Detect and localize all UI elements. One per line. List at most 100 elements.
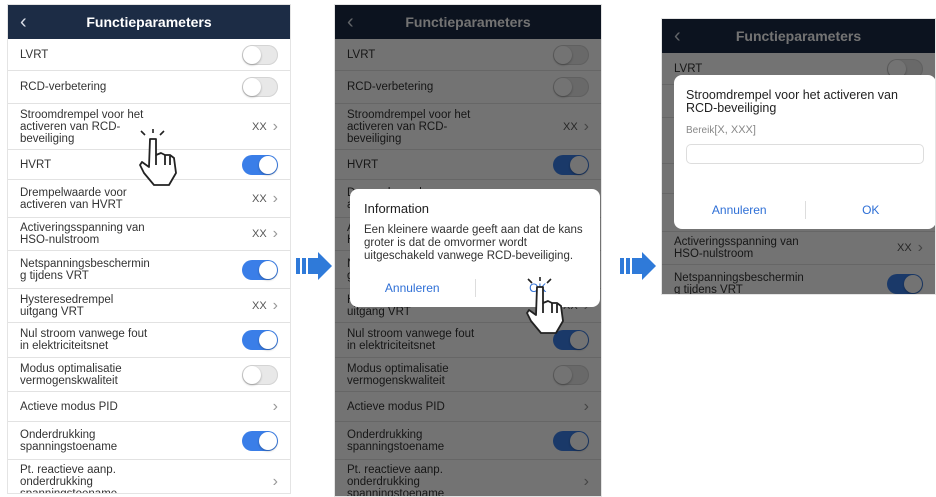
setting-label: Netspanningsbeschermin g tijdens VRT (20, 257, 150, 282)
setting-label: Modus optimalisatie vermogenskwaliteit (347, 362, 449, 387)
tapping-hand-icon (526, 277, 564, 334)
setting-toggle[interactable] (553, 154, 589, 175)
settings-screen-3: ‹ Functieparameters LVRTRCD-verbeteringS… (661, 18, 936, 295)
setting-label: Stroomdrempel voor het activeren van RCD… (347, 108, 471, 145)
setting-row-pt-reactieve-aanp-onderdrukking-spanning[interactable]: Pt. reactieve aanp. onderdrukking spanni… (8, 460, 290, 494)
setting-value: XX (251, 299, 267, 312)
setting-toggle[interactable] (553, 364, 589, 385)
setting-label: RCD-verbetering (20, 81, 107, 93)
dialog-title: Stroomdrempel voor het activeren van RCD… (686, 88, 898, 115)
back-icon[interactable]: ‹ (674, 25, 681, 48)
setting-row-rcd-verbetering: RCD-verbetering (8, 71, 290, 104)
setting-row-netspanningsbeschermin-g-tijdens-vrt: Netspanningsbeschermin g tijdens VRT (8, 251, 290, 289)
setting-label: Hysteresedrempel uitgang VRT (20, 293, 114, 318)
toggle-knob (243, 365, 261, 384)
ok-button[interactable]: OK (806, 203, 936, 217)
setting-toggle[interactable] (887, 273, 923, 294)
setting-value: XX (251, 228, 267, 240)
toggle-knob (554, 365, 572, 384)
threshold-input[interactable] (686, 144, 924, 164)
setting-label: Modus optimalisatie vermogenskwaliteit (20, 362, 122, 387)
chevron-right-icon: › (583, 472, 589, 490)
setting-label: Actieve modus PID (20, 400, 118, 413)
value-indicator: › (272, 397, 278, 415)
double-arrow-right-icon (296, 252, 332, 280)
setting-label: Actieve modus PID (347, 400, 445, 413)
double-arrow-right-icon (620, 252, 656, 280)
setting-label: Nul stroom vanwege fout in elektriciteit… (20, 328, 148, 352)
header: ‹ Functieparameters (8, 5, 290, 39)
setting-toggle[interactable] (242, 44, 278, 65)
setting-toggle[interactable] (242, 259, 278, 280)
dialog-message: Een kleinere waarde geeft aan dat de kan… (364, 224, 583, 262)
chevron-right-icon: › (272, 472, 278, 490)
setting-toggle[interactable] (242, 154, 278, 175)
setting-row-activeringsspanning-van-hso-nulstroom[interactable]: Activeringsspanning van HSO-nulstroom XX › (8, 218, 290, 251)
value-indicator: XX › (897, 240, 923, 256)
chevron-right-icon: › (272, 117, 278, 135)
toggle-knob (554, 45, 572, 64)
chevron-right-icon: › (583, 397, 589, 415)
range-hint: Bereik[X, XXX] (686, 124, 924, 136)
setting-row-pt-reactieve-aanp-onderdrukking-spanning[interactable]: Pt. reactieve aanp. onderdrukking spanni… (335, 460, 601, 497)
toggle-knob (259, 431, 277, 450)
setting-toggle[interactable] (553, 430, 589, 451)
value-indicator: XX › (563, 117, 589, 135)
setting-toggle[interactable] (553, 44, 589, 65)
dialog-buttons: Annuleren OK (674, 191, 936, 229)
setting-toggle[interactable] (242, 430, 278, 451)
setting-toggle[interactable] (242, 330, 278, 350)
setting-label: HVRT (347, 158, 379, 171)
chevron-right-icon: › (272, 397, 278, 415)
setting-label: LVRT (347, 48, 376, 61)
setting-row-rcd-verbetering: RCD-verbetering (335, 71, 601, 104)
setting-row-onderdrukking-spanningstoename: Onderdrukking spanningstoename (335, 422, 601, 460)
setting-toggle[interactable] (553, 77, 589, 97)
setting-toggle[interactable] (242, 364, 278, 385)
setting-row-modus-optimalisatie-vermogenskwaliteit: Modus optimalisatie vermogenskwaliteit (8, 358, 290, 392)
setting-label: Nul stroom vanwege fout in elektriciteit… (347, 328, 475, 352)
setting-row-modus-optimalisatie-vermogenskwaliteit: Modus optimalisatie vermogenskwaliteit (335, 358, 601, 392)
setting-label: LVRT (20, 48, 49, 61)
value-indicator: XX › (251, 189, 278, 207)
setting-row-hysteresedrempel-uitgang-vrt[interactable]: Hysteresedrempel uitgang VRT XX › (8, 289, 290, 323)
toggle-knob (243, 78, 261, 96)
chevron-right-icon: › (583, 117, 589, 135)
chevron-right-icon: › (272, 189, 278, 207)
value-indicator: › (583, 397, 589, 415)
value-indicator: › (583, 472, 589, 490)
tapping-hand-icon (139, 129, 177, 186)
setting-label: Pt. reactieve aanp. onderdrukking spanni… (20, 463, 118, 494)
setting-row-activeringsspanning-van-hso-nulstroom[interactable]: Activeringsspanning van HSO-nulstroom XX › (662, 232, 935, 265)
setting-label: Onderdrukking spanningstoename (20, 428, 118, 453)
setting-row-netspanningsbeschermin-g-tijdens-vrt: Netspanningsbeschermin g tijdens VRT (662, 265, 935, 294)
toggle-knob (259, 331, 277, 349)
back-icon[interactable]: ‹ (20, 11, 27, 34)
toggle-knob (259, 260, 277, 279)
cancel-button[interactable]: Annuleren (674, 203, 805, 217)
setting-label: Activeringsspanning van HSO-nulstroom (20, 222, 145, 246)
back-icon[interactable]: ‹ (347, 11, 354, 34)
setting-toggle[interactable] (242, 77, 278, 97)
setting-row-actieve-modus-pid[interactable]: Actieve modus PID › (335, 392, 601, 422)
toggle-knob (243, 45, 261, 64)
setting-value: XX (251, 192, 267, 205)
value-indicator: XX › (252, 226, 278, 242)
setting-label: Stroomdrempel voor het activeren van RCD… (20, 108, 144, 145)
setting-label: RCD-verbetering (347, 81, 434, 93)
setting-label: Drempelwaarde voor activeren van HVRT (20, 186, 127, 211)
settings-screen-1: ‹ Functieparameters LVRT RCD-verbetering S… (7, 4, 291, 494)
chevron-right-icon: › (272, 225, 278, 242)
setting-value: XX (896, 242, 912, 254)
setting-row-hvrt: HVRT (335, 150, 601, 180)
toggle-knob (904, 274, 922, 293)
setting-row-stroomdrempel-voor-het-activeren-van-rcd[interactable]: Stroomdrempel voor het activeren van RCD… (335, 104, 601, 150)
setting-label: HVRT (20, 158, 52, 171)
page-title: Functieparameters (405, 14, 531, 30)
toggle-knob (570, 155, 588, 174)
setting-row-actieve-modus-pid[interactable]: Actieve modus PID › (8, 392, 290, 422)
setting-row-lvrt: LVRT (8, 39, 290, 71)
chevron-right-icon: › (272, 296, 278, 314)
settings-list: LVRT RCD-verbetering Stroomdrempel voor he… (8, 39, 290, 494)
cancel-button[interactable]: Annuleren (350, 281, 475, 295)
